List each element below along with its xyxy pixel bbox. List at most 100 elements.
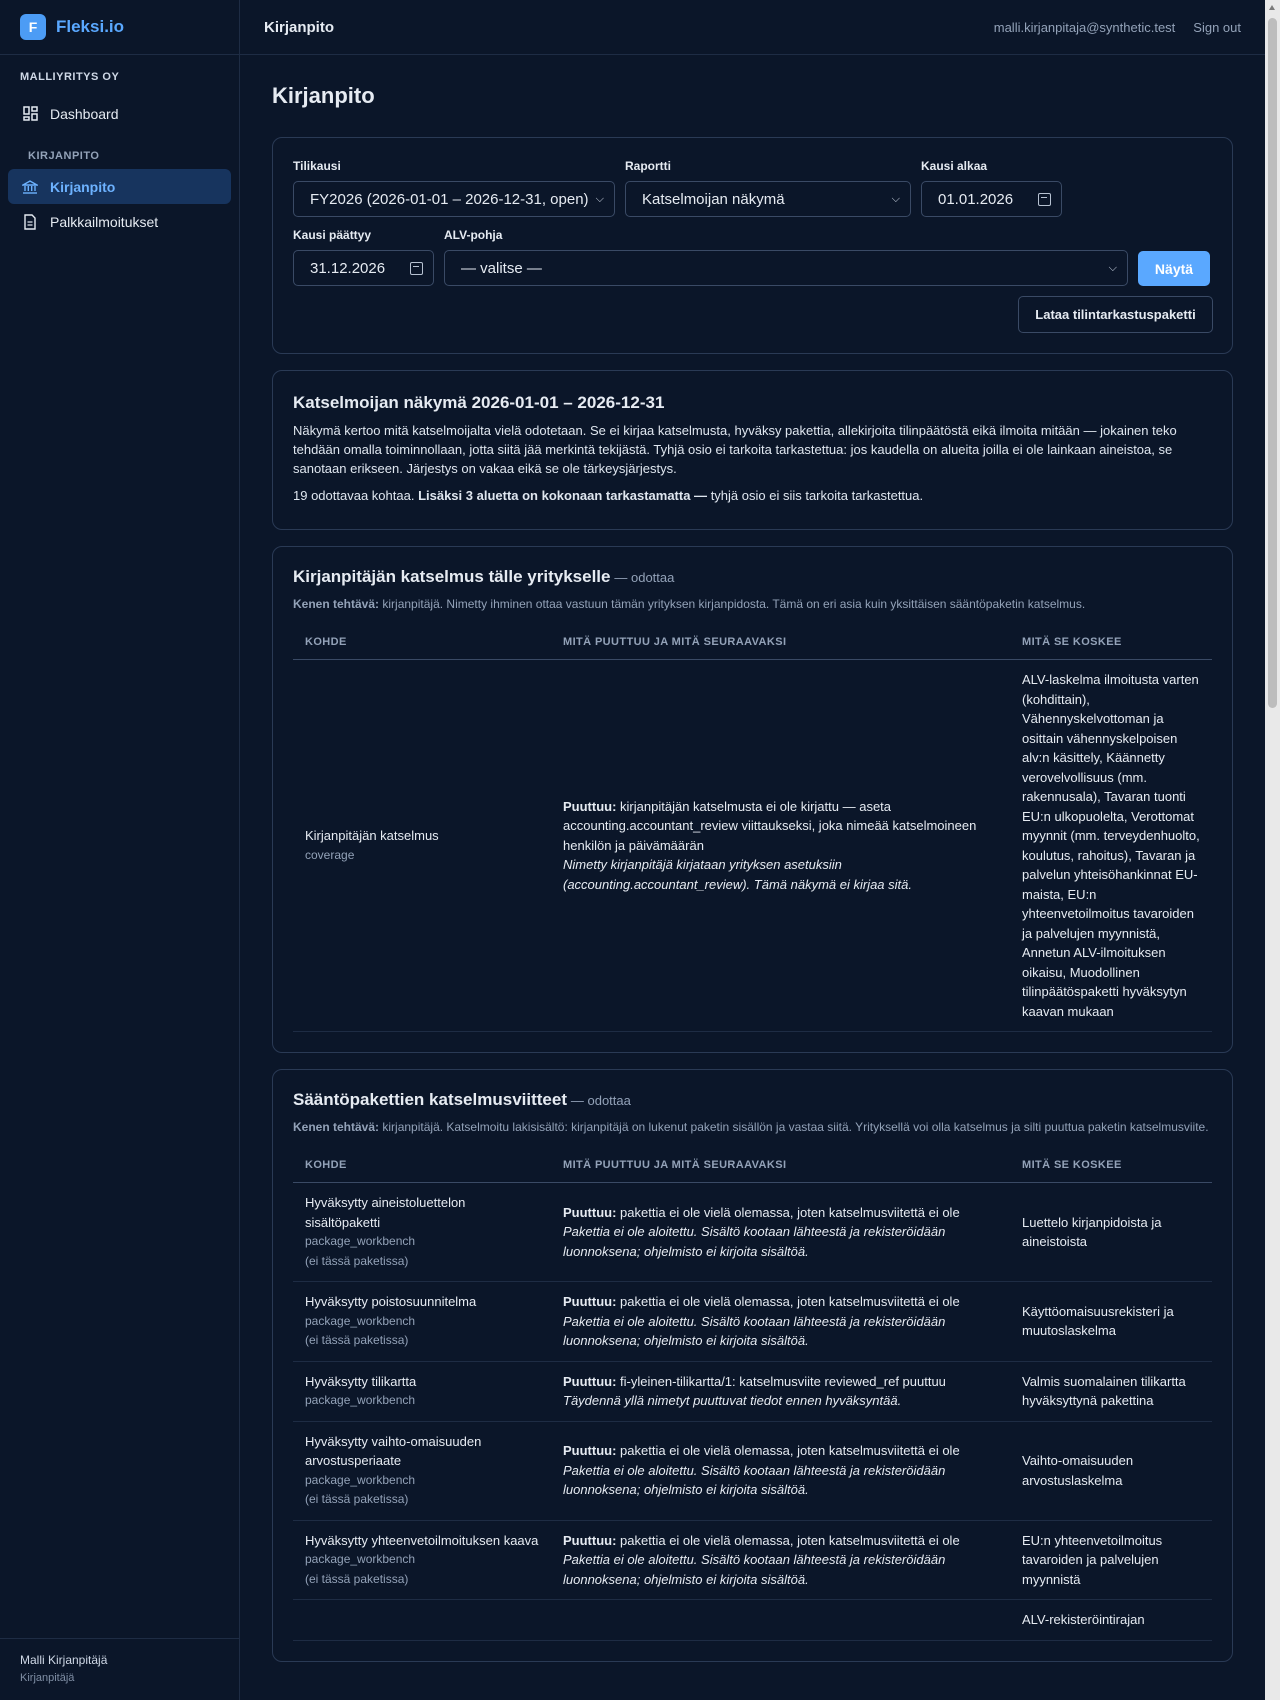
table-row: Hyväksytty aineistoluettelon sisältöpake… — [293, 1182, 1212, 1282]
accountant-review-section: Kirjanpitäjän katselmus tälle yrityksell… — [272, 546, 1233, 1053]
sidebar-item-palkkailmoitukset[interactable]: Palkkailmoitukset — [8, 204, 231, 239]
filter-card: Tilikausi FY2026 (2026-01-01 – 2026-12-3… — [272, 137, 1233, 354]
row-hint: Pakettia ei ole aloitettu. Sisältö koota… — [563, 1313, 946, 1349]
row-hint: Pakettia ei ole aloitettu. Sisältö koota… — [563, 1552, 946, 1587]
row-koskee: ALV-rekisteröintirajan — [1010, 1599, 1212, 1641]
responsibility-note: Kenen tehtävä: kirjanpitäjä. Nimetty ihm… — [293, 595, 1212, 613]
raportti-select[interactable]: Katselmoijan näkymä ⌵ — [625, 181, 911, 217]
row-kohde-sub: package_workbench — [305, 1393, 416, 1407]
row-kohde: Hyväksytty yhteenvetoilmoituksen kaava — [305, 1532, 539, 1548]
row-koskee: Luettelo kirjanpidoista ja aineistoista — [1010, 1182, 1212, 1282]
missing-label: Puuttuu: — [563, 1532, 617, 1548]
column-header-puuttuu: MITÄ PUUTTUU JA MITÄ SEURAAVAKSI — [551, 1148, 1010, 1183]
row-koskee: Käyttöomaisuusrekisteri ja muutoslaskelm… — [1010, 1281, 1212, 1362]
missing-label: Puuttuu: — [563, 1443, 617, 1459]
sidebar-item-kirjanpito[interactable]: Kirjanpito — [8, 169, 231, 204]
sidebar-item-label: Dashboard — [50, 105, 119, 122]
scroll-up-arrow-icon[interactable] — [1269, 5, 1275, 10]
row-kohde: Hyväksytty tilikartta — [305, 1373, 417, 1389]
chevron-down-icon: ⌵ — [1108, 261, 1117, 274]
main-content: Kirjanpito Tilikausi FY2026 (2026-01-01 … — [272, 55, 1233, 1662]
responsibility-text: kirjanpitäjä. Katselmoitu lakisisältö: k… — [382, 1120, 1209, 1134]
scrollbar-thumb[interactable] — [1268, 18, 1277, 708]
kausi-alkaa-input[interactable]: 01.01.2026 — [921, 181, 1062, 217]
alv-pohja-select[interactable]: — valitse — ⌵ — [444, 250, 1128, 286]
row-kohde-sub: package_workbench — [305, 1234, 416, 1248]
row-missing: Puuttuu: fi-yleinen-tilikartta/1: katsel… — [563, 1372, 998, 1392]
dashboard-icon — [22, 106, 38, 122]
page-scrollbar[interactable] — [1265, 0, 1280, 1700]
tilikausi-label: Tilikausi — [293, 159, 341, 173]
accountant-review-table: KOHDE MITÄ PUUTTUU JA MITÄ SEURAAVAKSI M… — [293, 625, 1212, 1032]
user-info: Malli Kirjanpitäjä Kirjanpitäjä — [0, 1638, 240, 1698]
row-kohde-note: (ei tässä paketissa) — [305, 1333, 409, 1347]
row-kohde-sub: package_workbench — [305, 1552, 416, 1566]
row-hint: Pakettia ei ole aloitettu. Sisältö koota… — [563, 1224, 946, 1259]
row-kohde-sub: package_workbench — [305, 1472, 416, 1487]
table-row: Hyväksytty vaihto-omaisuuden arvostusper… — [293, 1421, 1212, 1521]
raportti-value: Katselmoijan näkymä — [642, 190, 785, 208]
package-review-table: KOHDE MITÄ PUUTTUU JA MITÄ SEURAAVAKSI M… — [293, 1148, 1212, 1641]
calendar-icon[interactable] — [1038, 192, 1051, 206]
kausi-paattyy-label: Kausi päättyy — [293, 228, 372, 242]
alv-pohja-value: — valitse — — [461, 259, 542, 277]
calendar-icon[interactable] — [410, 261, 423, 275]
section-title: Kirjanpitäjän katselmus tälle yrityksell… — [293, 567, 611, 586]
responsibility-text: kirjanpitäjä. Nimetty ihminen ottaa vast… — [382, 597, 1086, 611]
missing-text: fi-yleinen-tilikartta/1: katselmusviite … — [620, 1373, 946, 1389]
missing-text: pakettia ei ole vielä olemassa, joten ka… — [620, 1294, 960, 1309]
brand-name: Fleksi.io — [56, 17, 125, 36]
row-kohde-note: (ei tässä paketissa) — [305, 1571, 409, 1586]
section-title: Sääntöpakettien katselmusviitteet — [293, 1090, 567, 1109]
row-kohde-note: (ei tässä paketissa) — [305, 1492, 409, 1506]
kausi-alkaa-value: 01.01.2026 — [938, 190, 1014, 208]
table-row: ALV-rekisteröintirajan — [293, 1599, 1212, 1641]
missing-text: pakettia ei ole vielä olemassa, joten ka… — [620, 1443, 960, 1459]
table-row: Hyväksytty poistosuunnitelma package_wor… — [293, 1281, 1212, 1362]
responsibility-label: Kenen tehtävä: — [293, 597, 380, 611]
kausi-paattyy-input[interactable]: 31.12.2026 — [293, 250, 434, 286]
missing-label: Puuttuu: — [563, 1294, 617, 1309]
status-badge: — odottaa — [614, 570, 675, 585]
sidebar-section-label: KIRJANPITO — [28, 150, 100, 162]
table-row: Hyväksytty yhteenvetoilmoituksen kaava p… — [293, 1520, 1212, 1600]
missing-label: Puuttuu: — [563, 1204, 617, 1220]
sign-out-link[interactable]: Sign out — [1193, 20, 1241, 35]
pending-count: 19 odottavaa kohtaa. Lisäksi 3 aluetta o… — [293, 486, 1212, 505]
column-header-puuttuu: MITÄ PUUTTUU JA MITÄ SEURAAVAKSI — [551, 625, 1010, 660]
column-header-kohde: KOHDE — [293, 625, 551, 660]
package-review-section: Sääntöpakettien katselmusviitteet — odot… — [272, 1069, 1233, 1662]
row-hint: Pakettia ei ole aloitettu. Sisältö koota… — [563, 1462, 946, 1498]
user-role: Kirjanpitäjä — [20, 1672, 75, 1684]
column-header-kohde: KOHDE — [293, 1148, 551, 1183]
user-name: Malli Kirjanpitäjä — [20, 1653, 108, 1667]
pending-count-tail: tyhjä osio ei siis tarkoita tarkastettua… — [710, 488, 924, 503]
table-row: Kirjanpitäjän katselmus coverage Puuttuu… — [293, 659, 1212, 1032]
row-hint: Nimetty kirjanpitäjä kirjataan yrityksen… — [563, 857, 912, 892]
missing-text: pakettia ei ole vielä olemassa, joten ka… — [620, 1204, 960, 1220]
reviewer-view-intro: Katselmoijan näkymä 2026-01-01 – 2026-12… — [272, 370, 1233, 530]
document-icon — [22, 213, 38, 230]
page-title: Kirjanpito — [272, 83, 375, 108]
user-email: malli.kirjanpitaja@synthetic.test — [993, 19, 1176, 35]
sidebar: F Fleksi.io MALLIYRITYS OY Dashboard KIR… — [0, 0, 240, 1700]
pending-count-text: 19 odottavaa kohtaa. — [293, 488, 415, 503]
row-missing: Puuttuu: pakettia ei ole vielä olemassa,… — [563, 1531, 998, 1551]
show-button[interactable]: Näytä — [1138, 251, 1210, 286]
row-koskee: Valmis suomalainen tilikartta hyväksytty… — [1010, 1361, 1212, 1422]
brand-logo: F — [20, 14, 46, 40]
topbar-title: Kirjanpito — [264, 18, 334, 36]
row-koskee: ALV-laskelma ilmoitusta varten (kohditta… — [1010, 659, 1212, 1032]
sidebar-item-dashboard[interactable]: Dashboard — [8, 96, 231, 131]
row-missing: Puuttuu: kirjanpitäjän katselmusta ei ol… — [563, 797, 998, 856]
reviewer-view-description: Näkymä kertoo mitä katselmoijalta vielä … — [293, 423, 1177, 476]
column-header-koskee: MITÄ SE KOSKEE — [1010, 625, 1212, 660]
row-kohde: Hyväksytty aineistoluettelon sisältöpake… — [305, 1195, 466, 1230]
row-missing: Puuttuu: pakettia ei ole vielä olemassa,… — [563, 1292, 998, 1312]
tilikausi-select[interactable]: FY2026 (2026-01-01 – 2026-12-31, open) ⌵ — [293, 181, 615, 217]
download-audit-package-button[interactable]: Lataa tilintarkastuspaketti — [1018, 296, 1213, 333]
row-koskee: Vaihto-omaisuuden arvostuslaskelma — [1010, 1421, 1212, 1521]
kausi-alkaa-label: Kausi alkaa — [921, 159, 988, 173]
row-missing: Puuttuu: pakettia ei ole vielä olemassa,… — [563, 1203, 998, 1223]
brand[interactable]: F Fleksi.io — [0, 0, 239, 55]
